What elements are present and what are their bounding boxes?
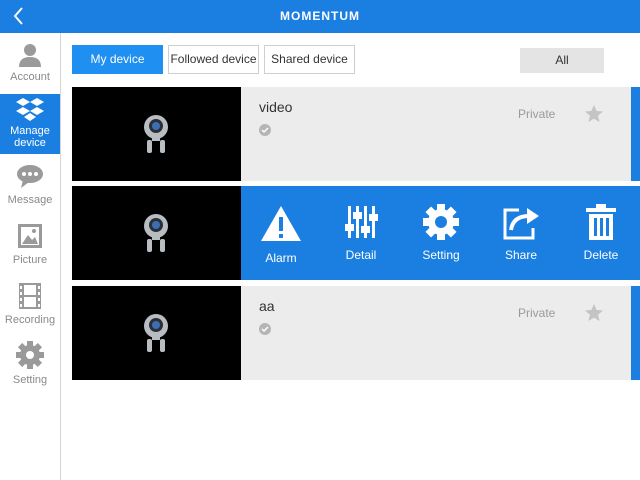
check-circle-icon [259,323,271,335]
alarm-button[interactable]: Alarm [241,186,321,280]
share-icon [503,208,539,240]
delete-button[interactable]: Delete [561,186,640,280]
privacy-label: Private [518,306,556,320]
warning-icon [261,206,301,241]
sidebar-item-recording[interactable]: Recording [0,280,60,340]
row-edge-marker [631,286,640,380]
dropbox-icon [16,98,44,121]
device-thumbnail[interactable] [72,87,241,181]
privacy-label: Private [518,107,556,121]
picture-icon [18,224,42,248]
gear-icon [423,204,459,240]
camera-robot-icon [144,115,168,153]
user-icon [19,44,41,67]
chat-bubble-icon [17,165,43,188]
action-label: Setting [422,248,460,262]
share-button[interactable]: Share [481,186,561,280]
detail-button[interactable]: Detail [321,186,401,280]
action-label: Delete [583,248,619,262]
sidebar: Account Manage device Message Picture Re… [0,33,61,480]
action-label: Detail [345,248,377,262]
device-name: video [259,99,293,115]
action-label: Alarm [265,251,297,265]
trash-icon [586,204,616,240]
sidebar-item-label: Setting [12,374,48,386]
device-row[interactable]: video Private [72,87,640,181]
device-row[interactable]: aa Private [72,286,640,380]
device-name: aa [259,298,275,314]
sidebar-item-account[interactable]: Account [0,33,60,93]
camera-robot-icon [144,214,168,252]
film-icon [19,283,41,309]
sidebar-item-setting[interactable]: Setting [0,340,60,400]
tab-followed-device[interactable]: Followed device [168,45,259,74]
action-label: Share [504,248,538,262]
sidebar-item-label-line-2: device [14,137,46,149]
star-icon[interactable] [584,303,604,323]
device-row[interactable]: Alarm Detail Setting Share Delete [72,186,640,280]
app-logo: MOMENTUM [280,9,360,23]
sidebar-item-label: Account [10,71,50,83]
device-thumbnail[interactable] [72,286,241,380]
star-icon[interactable] [584,104,604,124]
filter-dropdown[interactable]: All [520,48,604,73]
row-edge-marker [631,87,640,181]
sidebar-item-label: Message [7,194,53,206]
gear-icon [16,341,44,369]
device-actions-panel: Alarm Detail Setting Share Delete [241,186,640,280]
sidebar-item-label-line-1: Manage [10,125,50,137]
sidebar-item-manage-device[interactable]: Manage device [0,94,60,154]
tab-my-device[interactable]: My device [72,45,163,74]
camera-robot-icon [144,314,168,352]
sliders-icon [345,206,378,238]
sidebar-item-message[interactable]: Message [0,160,60,220]
device-thumbnail[interactable] [72,186,241,280]
sidebar-item-label: Recording [4,314,56,326]
sidebar-item-picture[interactable]: Picture [0,220,60,280]
check-circle-icon [259,124,271,136]
sidebar-item-label: Picture [12,254,48,266]
setting-button[interactable]: Setting [401,186,481,280]
tab-shared-device[interactable]: Shared device [264,45,355,74]
top-bar: MOMENTUM [0,0,640,33]
